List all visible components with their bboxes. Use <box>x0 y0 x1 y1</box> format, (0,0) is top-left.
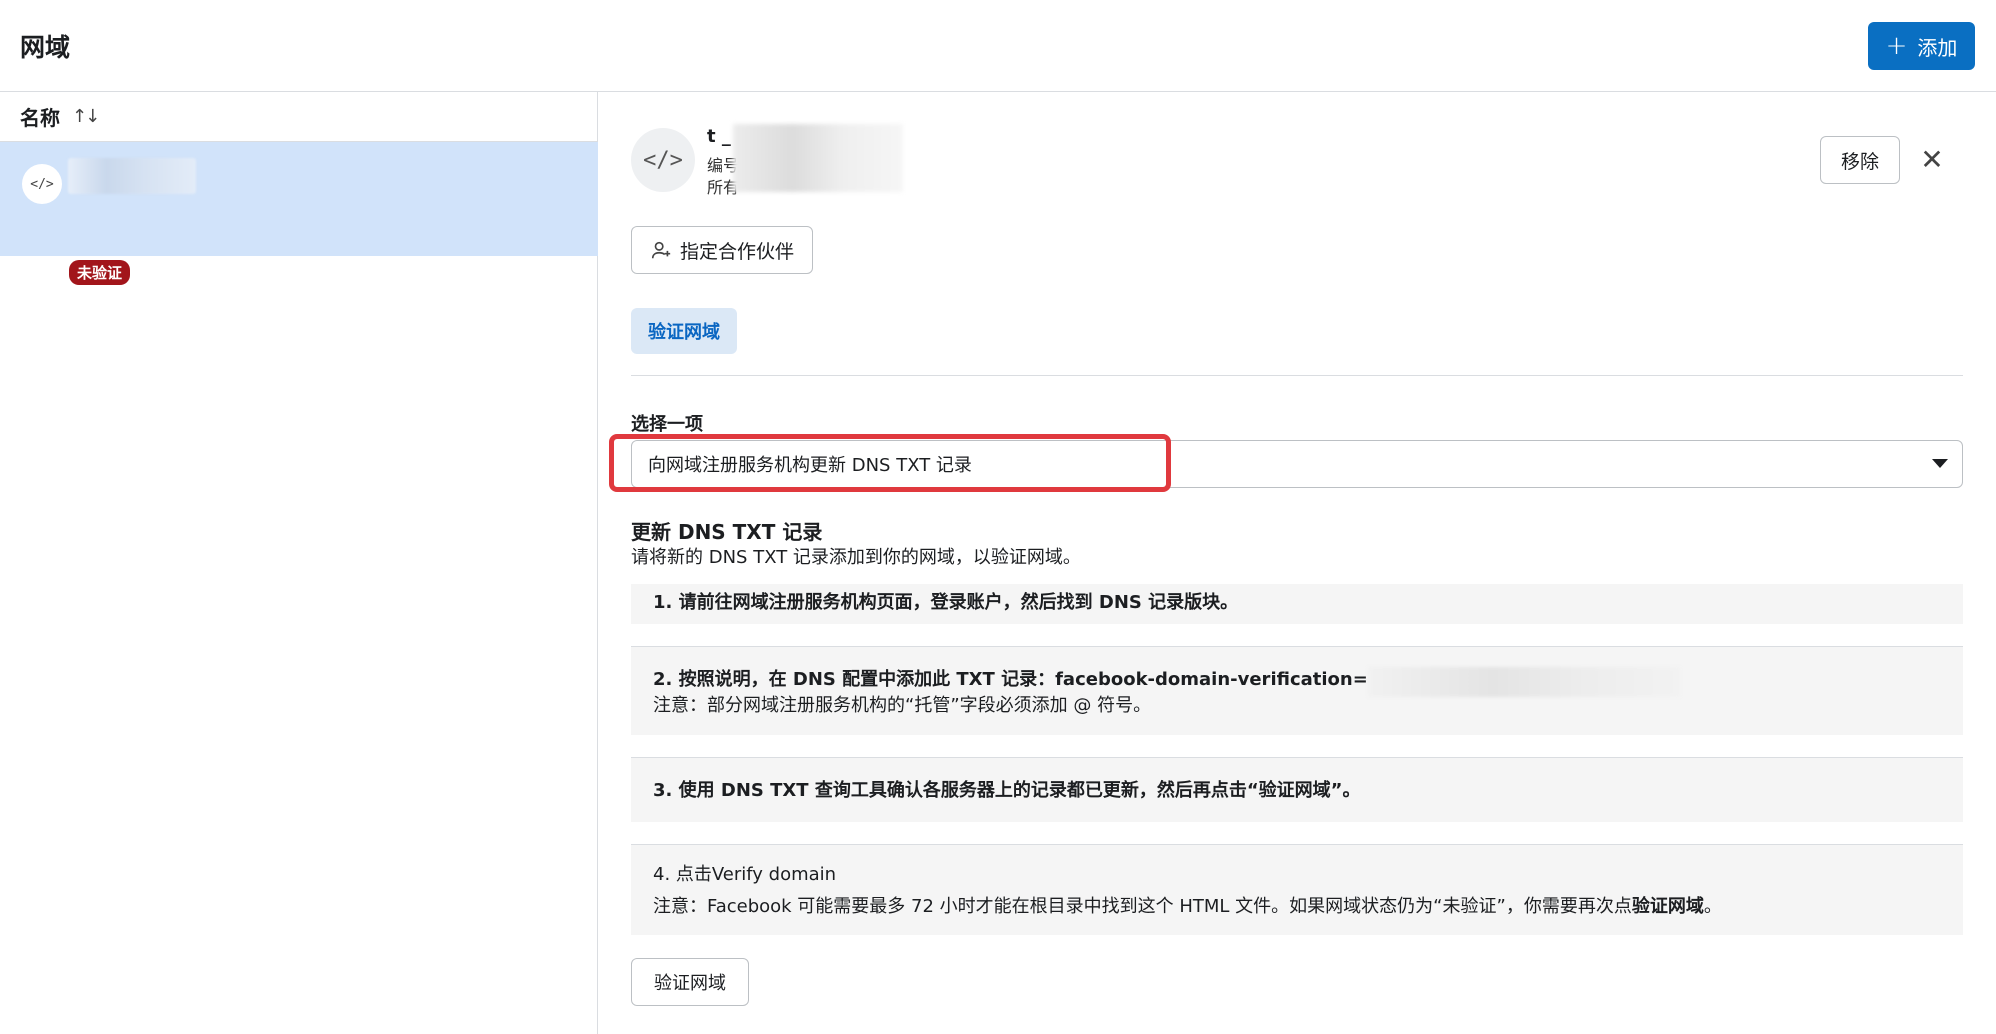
instruction-step-1: 1. 请前往网域注册服务机构页面，登录账户，然后找到 DNS 记录版块。 <box>631 584 1963 624</box>
verification-method-select[interactable]: 向网域注册服务机构更新 DNS TXT 记录 <box>631 440 1963 488</box>
list-header[interactable]: 名称 ↑↓ <box>0 92 597 142</box>
section-title: 更新 DNS TXT 记录 <box>631 520 823 544</box>
domain-list-panel: 名称 ↑↓ </> 未验证 <box>0 92 598 1034</box>
code-icon: </> <box>631 128 695 192</box>
page-header: 网域 + 添加 <box>0 0 1996 92</box>
step-text: 4. 点击Verify domain <box>653 864 837 885</box>
select-value: 向网域注册服务机构更新 DNS TXT 记录 <box>648 455 972 476</box>
caret-down-icon <box>1932 459 1948 468</box>
step-note-text: 注意：Facebook 可能需要最多 72 小时才能在根目录中找到这个 HTML… <box>653 896 1632 917</box>
instruction-step-3: 3. 使用 DNS TXT 查询工具确认各服务器上的记录都已更新，然后再点击“验… <box>631 758 1963 822</box>
domain-detail-panel: </> t _ 编号 所有 移除 ✕ 指定合作伙伴 验证网域 选择一项 向网域注… <box>599 92 1996 1034</box>
section-subtitle: 请将新的 DNS TXT 记录添加到你的网域，以验证网域。 <box>631 547 1081 568</box>
step-text: 2. 按照说明，在 DNS 配置中添加此 TXT 记录：facebook-dom… <box>653 669 1368 690</box>
close-icon[interactable]: ✕ <box>1917 143 1947 176</box>
add-button-label: 添加 <box>1917 35 1958 60</box>
redacted-domain-info <box>733 124 903 192</box>
redacted-domain-name <box>68 158 196 194</box>
page-title: 网域 <box>20 33 71 62</box>
list-item[interactable]: </> 未验证 <box>0 142 598 285</box>
instruction-step-2: 2. 按照说明，在 DNS 配置中添加此 TXT 记录：facebook-dom… <box>631 647 1963 735</box>
step-note-bold: 验证网域 <box>1631 896 1704 917</box>
add-button[interactable]: + 添加 <box>1868 22 1975 70</box>
domain-title: t _ <box>707 126 731 147</box>
step-note: 注意：Facebook 可能需要最多 72 小时才能在根目录中找到这个 HTML… <box>653 892 1963 918</box>
name-column-label: 名称 <box>20 106 60 130</box>
tab-verify-domain[interactable]: 验证网域 <box>631 308 737 354</box>
sort-arrows-icon[interactable]: ↑↓ <box>72 106 100 127</box>
plus-icon: + <box>1885 31 1908 61</box>
divider <box>631 375 1963 376</box>
status-badge: 未验证 <box>69 260 131 285</box>
code-icon: </> <box>22 164 62 204</box>
redacted-verification-code[interactable] <box>1367 667 1680 697</box>
assign-partner-label: 指定合作伙伴 <box>679 240 794 263</box>
add-person-icon <box>651 241 671 259</box>
verify-domain-button[interactable]: 验证网域 <box>631 958 749 1006</box>
step-text: 3. 使用 DNS TXT 查询工具确认各服务器上的记录都已更新，然后再点击“验… <box>653 780 1361 801</box>
assign-partner-button[interactable]: 指定合作伙伴 <box>631 226 813 274</box>
remove-button[interactable]: 移除 <box>1820 136 1900 184</box>
select-label: 选择一项 <box>631 414 703 435</box>
step-text: 1. 请前往网域注册服务机构页面，登录账户，然后找到 DNS 记录版块。 <box>653 592 1239 613</box>
instruction-step-4: 4. 点击Verify domain 注意：Facebook 可能需要最多 72… <box>631 845 1963 935</box>
step-note-suffix: 。 <box>1703 896 1722 917</box>
